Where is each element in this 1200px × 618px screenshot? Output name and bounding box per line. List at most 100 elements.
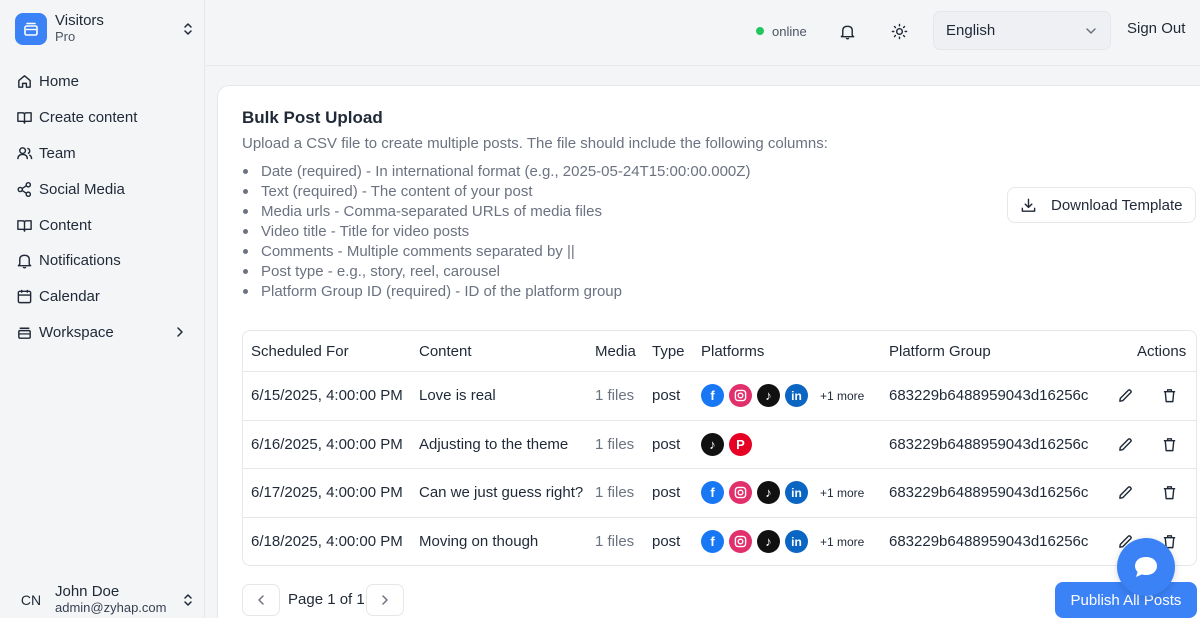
home-icon: [15, 73, 33, 91]
platforms-cell: f ♪ in +1 more: [701, 530, 865, 554]
list-item: Date (required) - In international forma…: [242, 162, 750, 182]
pencil-icon: [1118, 437, 1132, 451]
sidebar-item-social-media[interactable]: Social Media: [15, 171, 195, 207]
sidebar-item-label: Team: [39, 144, 76, 162]
table-row[interactable]: 6/15/2025, 4:00:00 PM Love is real 1 fil…: [243, 372, 1196, 421]
chevrons-up-down-icon: [181, 591, 195, 609]
trash-icon: [1163, 437, 1175, 452]
theme-toggle-button[interactable]: [888, 20, 910, 42]
sidebar-item-label: Content: [39, 216, 92, 234]
tiktok-icon: ♪: [757, 530, 780, 554]
workspace-name: Visitors: [55, 12, 104, 29]
download-template-button[interactable]: Download Template: [1007, 187, 1196, 223]
more-platforms-badge: +1 more: [820, 534, 865, 549]
workspace-logo-icon: [15, 13, 47, 45]
sign-out-button[interactable]: Sign Out: [1127, 20, 1185, 37]
linkedin-icon: in: [785, 481, 808, 505]
notifications-button[interactable]: [836, 20, 858, 42]
pencil-icon: [1118, 389, 1132, 403]
sidebar-item-label: Home: [39, 73, 80, 91]
column-header-platforms[interactable]: Platforms: [701, 343, 764, 360]
tiktok-icon: ♪: [757, 481, 780, 505]
column-header-content[interactable]: Content: [419, 343, 472, 360]
platform-group-cell: 683229b6488959043d16256c: [889, 435, 1089, 453]
table-row[interactable]: 6/16/2025, 4:00:00 PM Adjusting to the t…: [243, 421, 1196, 469]
chat-button[interactable]: [1117, 538, 1175, 596]
user-email: admin@zyhap.com: [55, 600, 167, 615]
scheduled-cell: 6/17/2025, 4:00:00 PM: [251, 484, 403, 502]
sidebar-item-label: Notifications: [39, 252, 121, 270]
user-name: John Doe: [55, 583, 120, 600]
upload-description: Upload a CSV file to create multiple pos…: [242, 135, 828, 152]
platform-group-cell: 683229b6488959043d16256c: [889, 387, 1089, 405]
sidebar-item-label: Workspace: [39, 323, 114, 341]
user-menu[interactable]: CN John Doe admin@zyhap.com: [15, 583, 195, 617]
edit-button[interactable]: [1115, 483, 1135, 503]
book-icon: [15, 109, 33, 127]
share-icon: [15, 180, 33, 198]
sidebar-item-create-content[interactable]: Create content: [15, 100, 195, 136]
sidebar-item-workspace[interactable]: Workspace: [15, 315, 195, 351]
prev-page-button[interactable]: [242, 584, 280, 616]
table-row[interactable]: 6/17/2025, 4:00:00 PM Can we just guess …: [243, 469, 1196, 518]
delete-button[interactable]: [1159, 434, 1179, 454]
sidebar-item-content[interactable]: Content: [15, 207, 195, 243]
book-icon: [15, 216, 33, 234]
sidebar-item-calendar[interactable]: Calendar: [15, 279, 195, 315]
layers-icon: [15, 323, 33, 341]
platforms-cell: f ♪ in +1 more: [701, 384, 865, 408]
edit-button[interactable]: [1115, 434, 1135, 454]
sidebar-item-notifications[interactable]: Notifications: [15, 243, 195, 279]
sidebar-item-home[interactable]: Home: [15, 64, 195, 100]
instagram-icon: [729, 384, 752, 408]
chevron-left-icon: [258, 595, 264, 605]
media-cell: 1 files: [595, 533, 635, 551]
sidebar: Visitors Pro Home Create content Team So…: [0, 0, 205, 618]
next-page-button[interactable]: [366, 584, 404, 616]
status-indicator: online: [756, 22, 807, 40]
content-cell: Adjusting to the theme: [419, 435, 569, 453]
language-select[interactable]: English: [933, 11, 1111, 50]
type-cell: post: [652, 435, 681, 453]
chat-bubble-icon: [1135, 557, 1157, 577]
tiktok-icon: ♪: [701, 432, 724, 456]
sidebar-nav: Home Create content Team Social Media Co…: [15, 64, 195, 350]
page-indicator: Page 1 of 1: [288, 591, 365, 608]
platforms-cell: ♪ P: [701, 432, 757, 456]
delete-button[interactable]: [1159, 483, 1179, 503]
more-platforms-badge: +1 more: [820, 388, 865, 403]
facebook-icon: f: [701, 384, 724, 408]
calendar-icon: [15, 288, 33, 306]
list-item: Comments - Multiple comments separated b…: [242, 242, 750, 262]
table-row[interactable]: 6/18/2025, 4:00:00 PM Moving on though 1…: [243, 518, 1196, 566]
list-item: Post type - e.g., story, reel, carousel: [242, 261, 750, 281]
workspace-plan: Pro: [55, 29, 76, 44]
media-cell: 1 files: [595, 387, 635, 405]
avatar: CN: [20, 592, 42, 608]
instagram-icon: [729, 530, 752, 554]
platforms-cell: f ♪ in +1 more: [701, 481, 864, 505]
content-cell: Moving on though: [419, 533, 539, 551]
media-cell: 1 files: [595, 484, 635, 502]
column-header-type[interactable]: Type: [652, 343, 685, 360]
language-value: English: [946, 22, 996, 39]
list-item: Platform Group ID (required) - ID of the…: [242, 281, 750, 301]
delete-button[interactable]: [1159, 386, 1179, 406]
column-header-scheduled[interactable]: Scheduled For: [251, 343, 349, 360]
content-cell: Can we just guess right?: [419, 484, 584, 502]
sidebar-item-label: Calendar: [39, 288, 100, 306]
sidebar-item-label: Create content: [39, 109, 138, 127]
users-icon: [15, 144, 33, 162]
platform-group-cell: 683229b6488959043d16256c: [889, 484, 1089, 502]
column-header-media[interactable]: Media: [595, 343, 636, 360]
chevron-down-icon: [1086, 27, 1096, 34]
edit-button[interactable]: [1115, 386, 1135, 406]
columns-list: Date (required) - In international forma…: [242, 162, 750, 301]
bulk-upload-card: Bulk Post Upload Upload a CSV file to cr…: [217, 85, 1200, 618]
workspace-switcher[interactable]: Visitors Pro: [15, 11, 195, 47]
sidebar-item-label: Social Media: [39, 180, 125, 198]
column-header-platform-group[interactable]: Platform Group: [889, 343, 991, 360]
type-cell: post: [652, 484, 681, 502]
linkedin-icon: in: [785, 530, 808, 554]
sidebar-item-team[interactable]: Team: [15, 136, 195, 172]
